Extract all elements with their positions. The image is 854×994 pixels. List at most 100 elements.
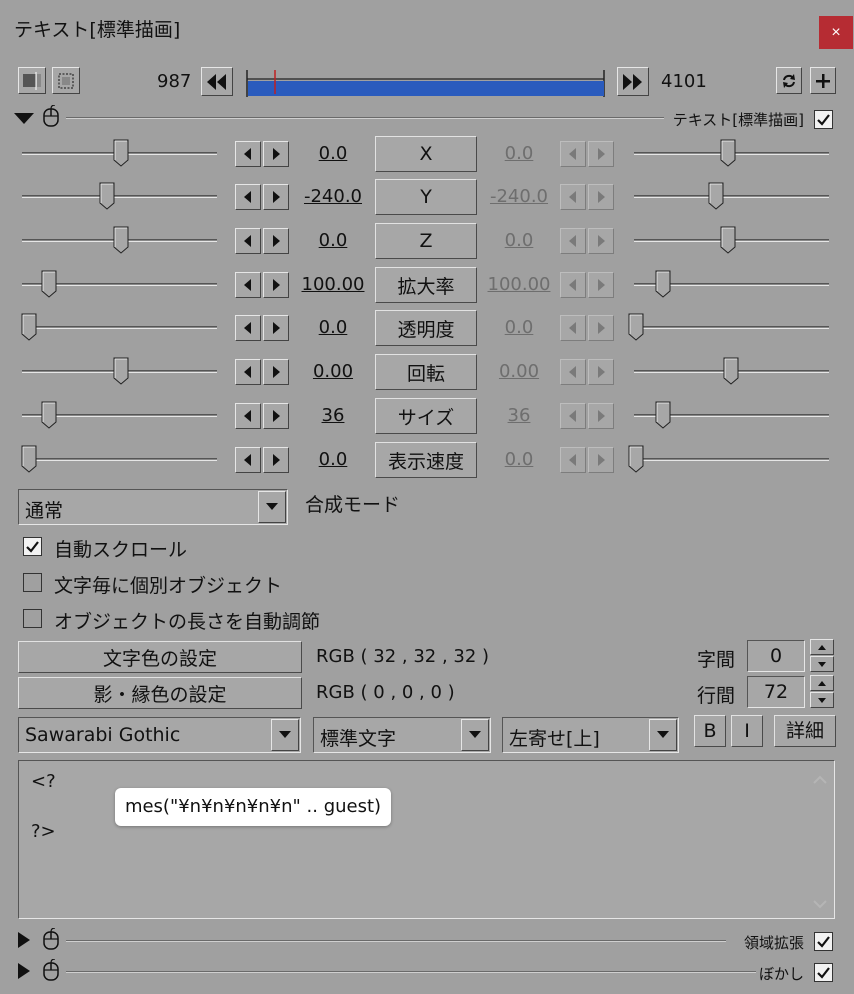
rotation-left-slider-thumb[interactable] — [113, 357, 129, 385]
arrow-left-icon[interactable] — [560, 359, 586, 385]
auto-length-checkbox[interactable] — [23, 609, 42, 628]
chevron-down-icon[interactable] — [649, 719, 677, 751]
speed-start-value[interactable]: 0.0 — [298, 449, 368, 470]
opacity-start-value[interactable]: 0.0 — [298, 317, 368, 338]
z-param-button[interactable]: Z — [375, 223, 477, 259]
arrow-left-icon[interactable] — [560, 315, 586, 341]
arrow-left-icon[interactable] — [560, 272, 586, 298]
arrow-right-icon[interactable] — [588, 184, 614, 210]
arrow-left-icon[interactable] — [560, 184, 586, 210]
y-left-slider-thumb[interactable] — [99, 182, 115, 210]
opacity-param-button[interactable]: 透明度 — [375, 310, 477, 346]
scale-right-slider-thumb[interactable] — [655, 270, 671, 298]
arrow-left-icon[interactable] — [560, 228, 586, 254]
char-spacing-input[interactable]: 0 — [747, 640, 805, 672]
size-left-slider-thumb[interactable] — [41, 401, 57, 429]
rotation-start-value[interactable]: 0.00 — [298, 361, 368, 382]
z-right-slider-thumb[interactable] — [720, 226, 736, 254]
speed-left-slider-track[interactable] — [22, 458, 217, 461]
bold-button[interactable]: B — [694, 715, 726, 747]
arrow-right-icon[interactable] — [588, 272, 614, 298]
collapse-triangle-icon[interactable] — [14, 110, 34, 129]
speed-right-slider-thumb[interactable] — [628, 445, 644, 473]
arrow-left-icon[interactable] — [235, 228, 261, 254]
speed-left-slider-thumb[interactable] — [21, 445, 37, 473]
y-left-slider-track[interactable] — [22, 195, 217, 198]
z-left-slider-thumb[interactable] — [113, 226, 129, 254]
x-param-button[interactable]: X — [375, 136, 477, 172]
arrow-left-icon[interactable] — [235, 403, 261, 429]
rotation-end-value[interactable]: 0.00 — [484, 361, 554, 382]
italic-button[interactable]: I — [731, 715, 763, 747]
filter-blur-checkbox[interactable] — [814, 963, 833, 982]
z-end-value[interactable]: 0.0 — [484, 230, 554, 251]
arrow-right-icon[interactable] — [263, 403, 289, 429]
text-content-area[interactable]: <? ?> — [18, 760, 835, 919]
scale-start-value[interactable]: 100.00 — [298, 274, 368, 295]
arrow-right-icon[interactable] — [263, 272, 289, 298]
x-left-slider-thumb[interactable] — [113, 139, 129, 167]
frame-select-icon[interactable] — [52, 67, 80, 94]
char-spacing-down-icon[interactable] — [810, 656, 834, 672]
refresh-icon[interactable] — [776, 67, 802, 94]
arrow-right-icon[interactable] — [263, 359, 289, 385]
arrow-left-icon[interactable] — [235, 141, 261, 167]
scale-param-button[interactable]: 拡大率 — [375, 267, 477, 303]
font-style-select[interactable]: 標準文字 — [313, 717, 491, 753]
arrow-right-icon[interactable] — [263, 315, 289, 341]
char-spacing-up-icon[interactable] — [810, 639, 834, 655]
blend-mode-select[interactable]: 通常 — [18, 489, 288, 525]
line-spacing-up-icon[interactable] — [810, 675, 834, 691]
expand-triangle-icon[interactable] — [17, 962, 31, 984]
chevron-down-icon[interactable] — [461, 719, 489, 751]
arrow-right-icon[interactable] — [588, 315, 614, 341]
y-end-value[interactable]: -240.0 — [484, 186, 554, 207]
arrow-left-icon[interactable] — [560, 141, 586, 167]
filter-area-expand-checkbox[interactable] — [814, 932, 833, 951]
arrow-left-icon[interactable] — [235, 184, 261, 210]
scale-left-slider-thumb[interactable] — [41, 270, 57, 298]
opacity-left-slider-thumb[interactable] — [21, 313, 37, 341]
arrow-left-icon[interactable] — [235, 315, 261, 341]
object-enable-checkbox[interactable] — [814, 110, 833, 129]
jump-end-button[interactable] — [617, 67, 649, 96]
chevron-down-icon[interactable] — [271, 719, 299, 751]
scroll-up-icon[interactable] — [812, 769, 828, 785]
arrow-right-icon[interactable] — [588, 447, 614, 473]
timeline-track[interactable] — [246, 70, 606, 97]
size-right-slider-thumb[interactable] — [655, 401, 671, 429]
arrow-left-icon[interactable] — [235, 272, 261, 298]
arrow-left-icon[interactable] — [235, 447, 261, 473]
arrow-left-icon[interactable] — [560, 447, 586, 473]
arrow-right-icon[interactable] — [588, 403, 614, 429]
arrow-right-icon[interactable] — [588, 228, 614, 254]
y-param-button[interactable]: Y — [375, 179, 477, 215]
split-view-icon[interactable] — [18, 67, 46, 94]
arrow-right-icon[interactable] — [263, 141, 289, 167]
shadow-color-button[interactable]: 影・縁色の設定 — [18, 677, 302, 709]
jump-start-button[interactable] — [201, 67, 233, 96]
arrow-right-icon[interactable] — [263, 447, 289, 473]
size-param-button[interactable]: サイズ — [375, 398, 477, 434]
line-spacing-input[interactable]: 72 — [747, 676, 805, 708]
arrow-right-icon[interactable] — [263, 184, 289, 210]
font-family-select[interactable]: Sawarabi Gothic — [18, 717, 301, 753]
per-char-object-checkbox[interactable] — [23, 573, 42, 592]
arrow-right-icon[interactable] — [263, 228, 289, 254]
add-filter-button[interactable] — [810, 67, 836, 94]
close-button[interactable]: × — [819, 16, 853, 49]
y-right-slider-thumb[interactable] — [708, 182, 724, 210]
rotation-param-button[interactable]: 回転 — [375, 354, 477, 390]
x-right-slider-thumb[interactable] — [720, 139, 736, 167]
scale-end-value[interactable]: 100.00 — [484, 274, 554, 295]
rotation-right-slider-thumb[interactable] — [723, 357, 739, 385]
opacity-right-slider-thumb[interactable] — [628, 313, 644, 341]
text-align-select[interactable]: 左寄せ[上] — [502, 717, 679, 753]
text-color-button[interactable]: 文字色の設定 — [18, 641, 302, 673]
detail-button[interactable]: 詳細 — [774, 715, 836, 747]
arrow-right-icon[interactable] — [588, 141, 614, 167]
opacity-right-slider-track[interactable] — [634, 326, 829, 329]
speed-param-button[interactable]: 表示速度 — [375, 442, 477, 478]
arrow-left-icon[interactable] — [560, 403, 586, 429]
x-start-value[interactable]: 0.0 — [298, 143, 368, 164]
